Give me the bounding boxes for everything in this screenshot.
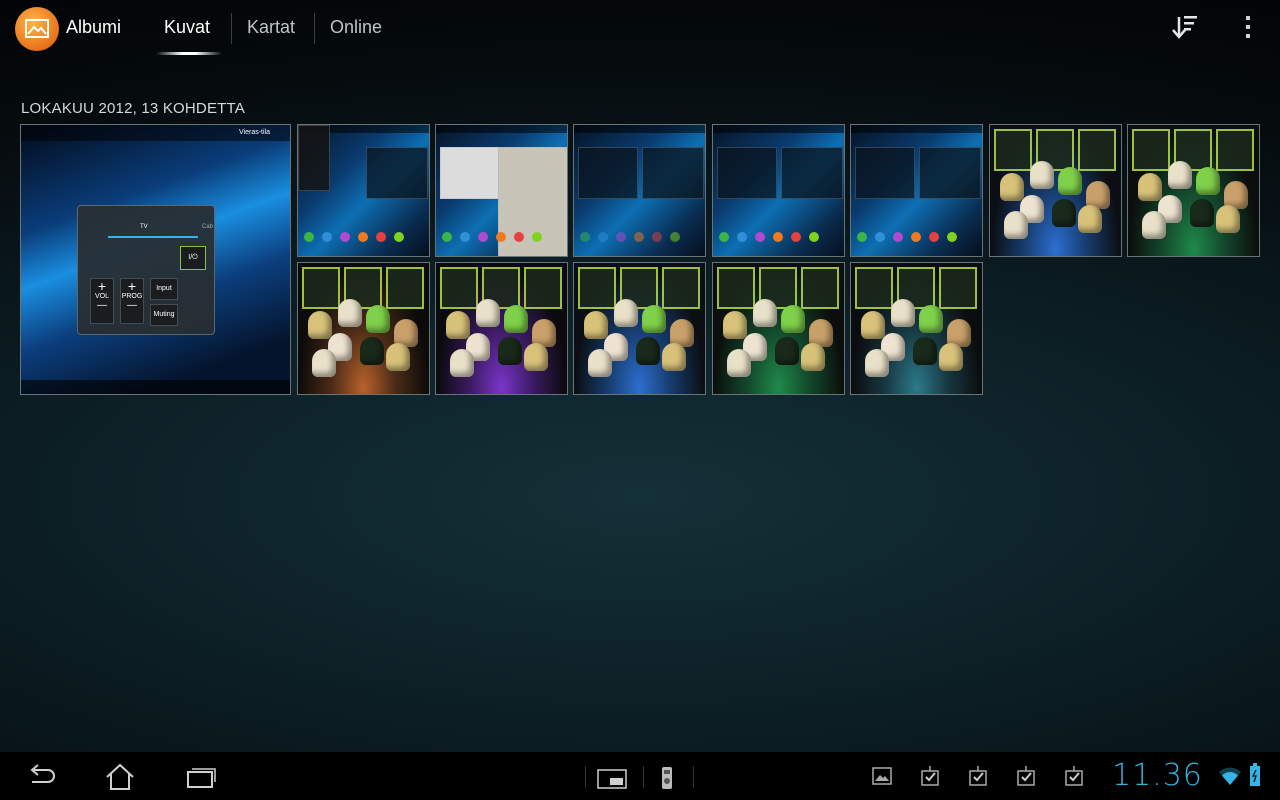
thumb-nav-bar [21, 380, 290, 394]
tab-online[interactable]: Online [330, 17, 382, 38]
remote-tab-indicator [108, 236, 198, 238]
battery-icon[interactable] [1249, 763, 1261, 787]
remote-control-window: TV Cab I/⏻ + VOL — + PROG — Input Muting [77, 205, 215, 335]
screenshot-thumbnail[interactable] [297, 124, 430, 257]
remote-tab-tv: TV [140, 224, 148, 230]
download-done-icon[interactable] [920, 766, 940, 786]
remote-app-icon[interactable] [660, 766, 674, 790]
section-header: LOKAKUU 2012, 13 KOHDETTA [21, 100, 245, 117]
screenshot-thumbnail[interactable] [435, 124, 568, 257]
photo-thumbnail[interactable] [850, 262, 983, 395]
clock[interactable]: 11.36 [1112, 758, 1203, 793]
input-key: Input [150, 278, 178, 300]
photo-thumbnail[interactable] [573, 262, 706, 395]
power-button: I/⏻ [180, 246, 206, 270]
photo-thumbnail[interactable] [712, 262, 845, 395]
bar-divider [585, 766, 586, 788]
recent-apps-icon[interactable] [185, 766, 217, 788]
wifi-icon[interactable] [1218, 766, 1242, 786]
action-bar: Albumi Kuvat Kartat Online [0, 0, 1280, 56]
overflow-menu-icon[interactable] [1240, 16, 1256, 42]
sort-icon[interactable] [1170, 14, 1200, 42]
screenshot-thumbnail[interactable] [850, 124, 983, 257]
screenshot-thumbnail[interactable] [573, 124, 706, 257]
tab-divider [231, 13, 232, 44]
bar-divider [693, 766, 694, 788]
screenshot-notification-icon[interactable] [872, 766, 892, 786]
volume-key: + VOL — [90, 278, 114, 324]
remote-tab-cab: Cab [202, 224, 214, 230]
download-done-icon[interactable] [968, 766, 988, 786]
download-done-icon[interactable] [1016, 766, 1036, 786]
active-tab-indicator [156, 52, 222, 55]
app-title[interactable]: Albumi [66, 17, 121, 38]
small-app-icon[interactable] [597, 769, 627, 789]
photo-thumbnail[interactable] [297, 262, 430, 395]
muting-key: Muting [150, 304, 178, 326]
gallery-icon[interactable] [15, 7, 59, 51]
photo-thumbnail[interactable] [989, 124, 1122, 257]
system-bar: 11.36 [0, 752, 1280, 800]
photo-thumbnail[interactable] [1127, 124, 1260, 257]
tab-kartat[interactable]: Kartat [247, 17, 295, 38]
program-key: + PROG — [120, 278, 144, 324]
guest-mode-label: Vieras-tila [239, 129, 270, 136]
tab-kuvat[interactable]: Kuvat [164, 17, 210, 38]
screenshot-thumbnail[interactable] [712, 124, 845, 257]
back-icon[interactable] [24, 762, 58, 790]
download-done-icon[interactable] [1064, 766, 1084, 786]
bar-divider [643, 766, 644, 788]
featured-photo[interactable]: Vieras-tila TV Cab I/⏻ + VOL — + PROG — … [20, 124, 291, 395]
photo-thumbnail[interactable] [435, 262, 568, 395]
home-icon[interactable] [104, 762, 136, 792]
tab-divider [314, 13, 315, 44]
